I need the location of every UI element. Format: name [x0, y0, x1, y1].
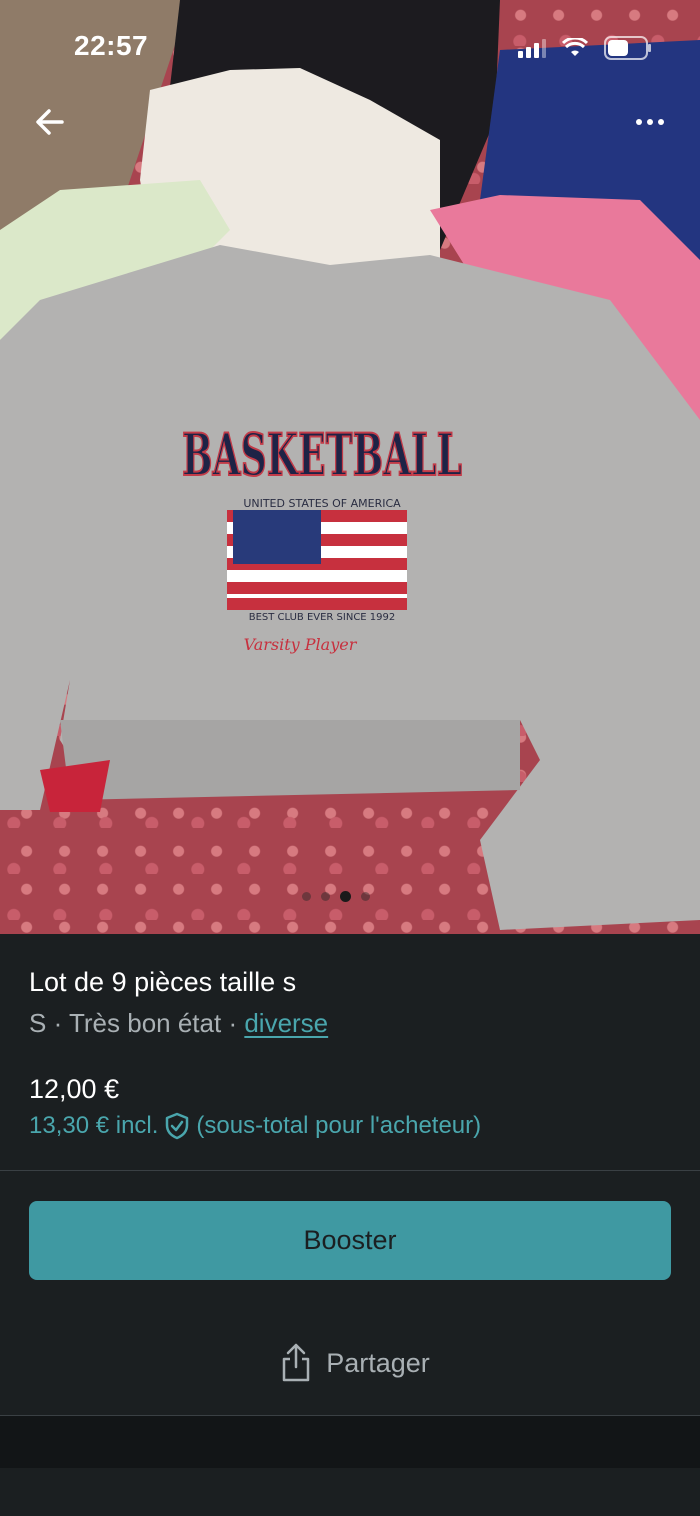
- wifi-icon: [562, 38, 588, 56]
- bottom-area: [0, 1468, 700, 1516]
- status-time: 22:57: [74, 30, 149, 61]
- cellular-signal-icon: [518, 39, 546, 58]
- listing-subline: S · Très bon état · diverse: [29, 1008, 328, 1039]
- carousel-indicator: [302, 891, 370, 902]
- separator: ·: [221, 1008, 245, 1038]
- listing-details: Lot de 9 pièces taille s S · Très bon ét…: [0, 934, 700, 1170]
- carousel-dot[interactable]: [302, 892, 311, 901]
- listing-title: Lot de 9 pièces taille s: [29, 967, 297, 997]
- price-incl-note: (sous-total pour l'acheteur): [196, 1112, 482, 1139]
- price-incl-label: 13,30 € incl.: [29, 1112, 159, 1139]
- bottom-strip: [0, 1416, 700, 1468]
- more-options-button[interactable]: [626, 104, 674, 140]
- listing-price: 12,00 €: [29, 1074, 120, 1104]
- carousel-dot-active[interactable]: [340, 891, 351, 902]
- brand-link[interactable]: diverse: [244, 1008, 328, 1038]
- battery-icon: [604, 36, 651, 60]
- size-label: S: [29, 1008, 47, 1038]
- more-dot-icon: [647, 119, 653, 125]
- carousel-dot[interactable]: [321, 892, 330, 901]
- booster-button[interactable]: Booster: [29, 1201, 671, 1280]
- separator: ·: [46, 1008, 69, 1038]
- svg-text:UNITED STATES OF AMERICA: UNITED STATES OF AMERICA: [243, 497, 401, 510]
- more-dot-icon: [658, 119, 664, 125]
- carousel-dot[interactable]: [361, 892, 370, 901]
- divider: [0, 1170, 700, 1171]
- top-bar: [0, 96, 700, 156]
- share-icon: [282, 1343, 310, 1382]
- status-bar: 22:57: [0, 0, 700, 96]
- buyer-protection-shield-icon: [166, 1112, 189, 1140]
- back-button[interactable]: [30, 102, 70, 142]
- condition-label: Très bon état: [68, 1008, 222, 1038]
- arrow-left-icon: [36, 109, 64, 135]
- svg-text:Varsity Player: Varsity Player: [244, 635, 358, 654]
- status-icons: [518, 36, 652, 60]
- svg-text:BEST CLUB EVER SINCE 1992: BEST CLUB EVER SINCE 1992: [249, 612, 396, 623]
- product-photo[interactable]: BASKETBALL UNITED STATES OF AMERICA BEST…: [0, 0, 700, 934]
- svg-text:BASKETBALL: BASKETBALL: [182, 421, 462, 489]
- buyer-price-info[interactable]: 13,30 € incl. (sous-total pour l'acheteu…: [29, 1112, 481, 1140]
- more-dot-icon: [636, 119, 642, 125]
- share-label: Partager: [326, 1347, 430, 1378]
- share-button[interactable]: Partager: [260, 1330, 450, 1396]
